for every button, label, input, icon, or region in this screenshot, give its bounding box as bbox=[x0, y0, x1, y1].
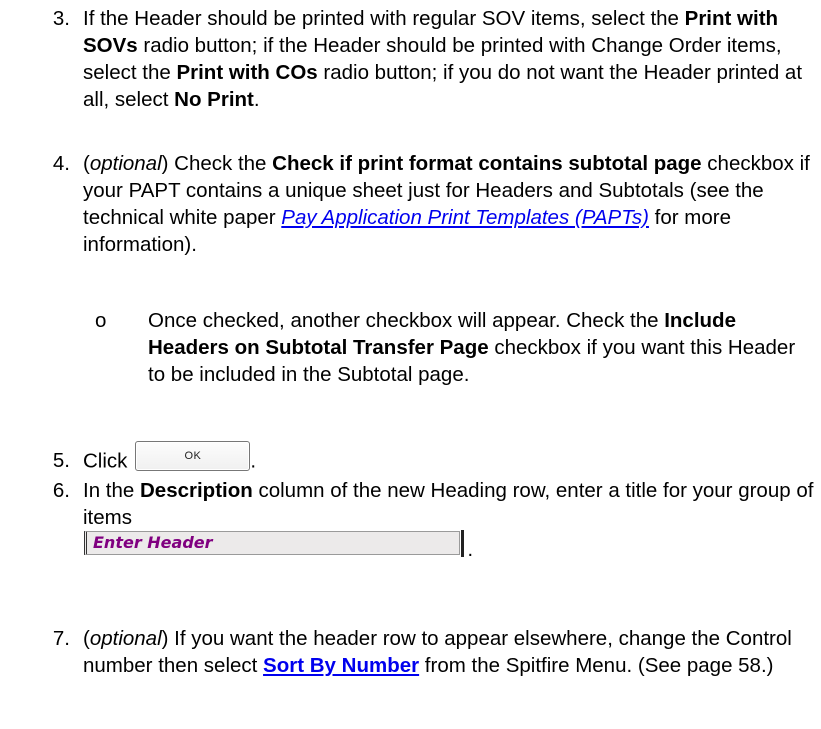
text-cursor-icon bbox=[461, 530, 464, 557]
step-number: 4. bbox=[52, 152, 70, 175]
sort-by-number-link[interactable]: Sort By Number bbox=[263, 654, 419, 677]
papt-white-paper-link[interactable]: Pay Application Print Templates (PAPTs) bbox=[281, 206, 649, 229]
print-with-cos-label: Print with COs bbox=[176, 61, 318, 84]
step-number: 7. bbox=[52, 627, 70, 650]
no-print-label: No Print bbox=[174, 88, 254, 111]
enter-header-placeholder: Enter Header bbox=[93, 533, 213, 552]
ok-button[interactable]: OK bbox=[135, 441, 251, 471]
bullet-icon: o bbox=[95, 309, 107, 332]
step-text: If the Header should be printed with reg… bbox=[83, 7, 803, 111]
step-number: 6. bbox=[52, 479, 70, 502]
step-text: (optional) If you want the header row to… bbox=[83, 627, 792, 677]
description-column-label: Description bbox=[140, 479, 253, 502]
step-text: In the Description column of the new Hea… bbox=[83, 479, 814, 529]
step-text: Click OK. bbox=[83, 441, 815, 477]
step-number: 3. bbox=[52, 7, 70, 30]
sub-bullet-text: Once checked, another checkbox will appe… bbox=[148, 309, 796, 386]
subtotal-checkbox-label: Check if print format contains subtotal … bbox=[272, 152, 702, 175]
enter-header-field[interactable]: Enter Header . bbox=[84, 530, 473, 560]
step-number: 5. bbox=[52, 449, 70, 472]
step-text: (optional) Check the Check if print form… bbox=[83, 152, 810, 256]
document-page: 3. If the Header should be printed with … bbox=[0, 0, 821, 729]
